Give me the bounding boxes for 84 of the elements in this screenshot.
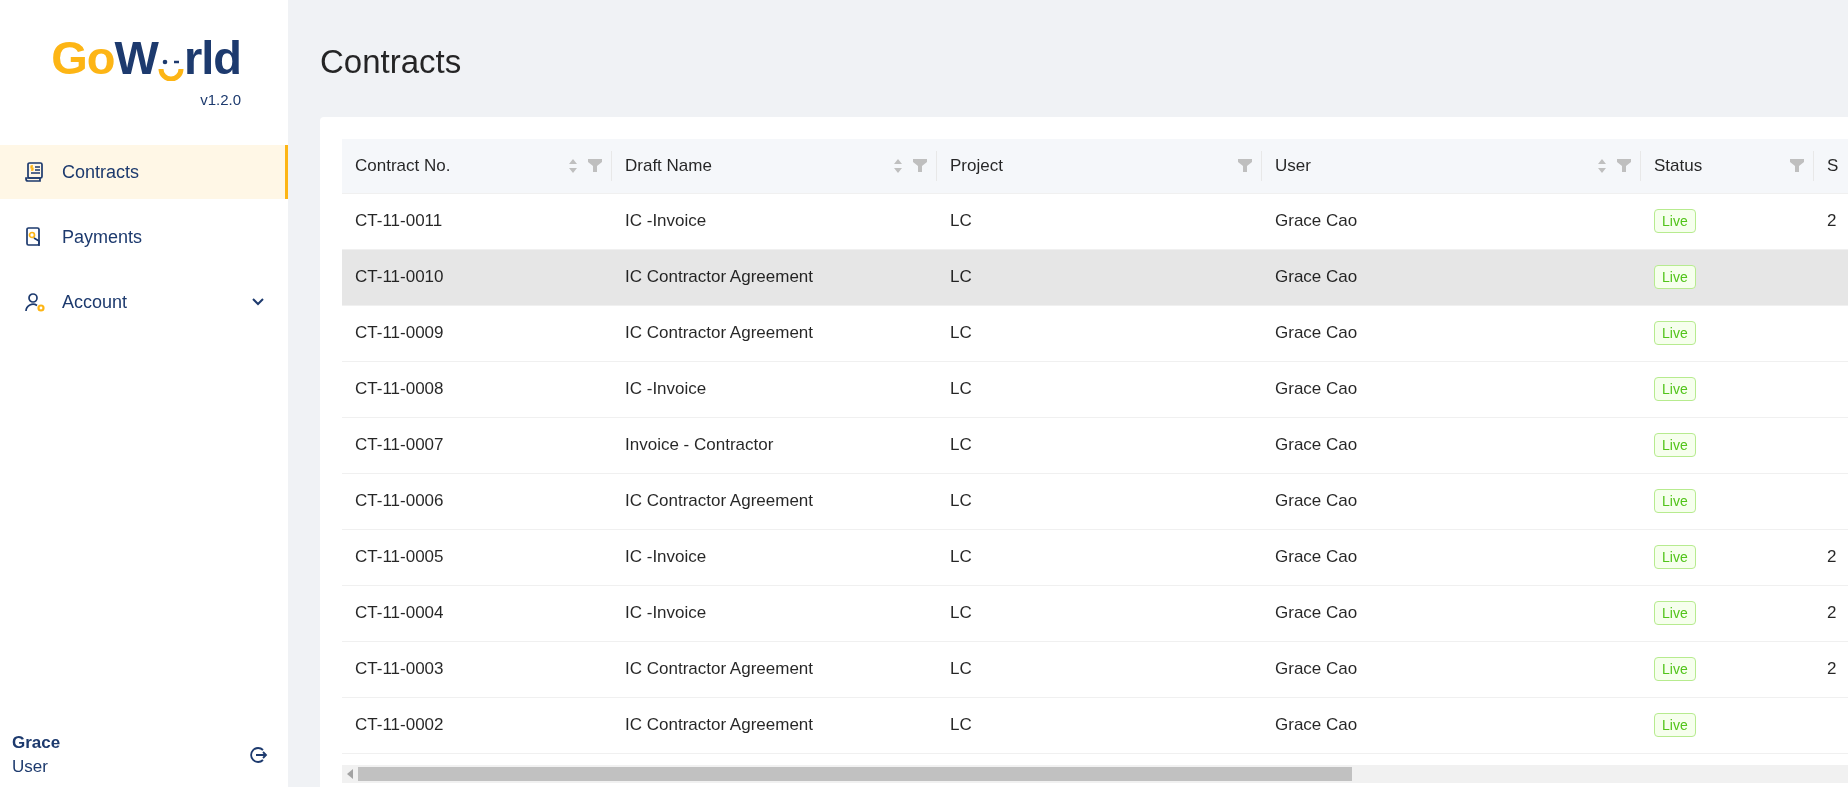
page-title: Contracts xyxy=(320,42,463,82)
table-cell: CT-11-0008 xyxy=(355,379,444,400)
sort-icon[interactable] xyxy=(568,157,578,174)
table-cell: LC xyxy=(950,715,972,736)
table-cell: LC xyxy=(950,659,972,680)
column-header[interactable]: Project xyxy=(950,155,1003,176)
table-cell: Grace Cao xyxy=(1275,603,1358,624)
table-cell: LC xyxy=(950,547,972,568)
status-tag: Live xyxy=(1654,713,1696,738)
table-cell: IC Contractor Agreement xyxy=(625,323,814,344)
status-tag: Live xyxy=(1654,321,1696,346)
table-cell: IC Contractor Agreement xyxy=(625,267,814,288)
table-cell: Grace Cao xyxy=(1275,435,1358,456)
table-cell: 2 xyxy=(1827,659,1837,680)
table-cell: LC xyxy=(950,491,972,512)
status-tag: Live xyxy=(1654,209,1696,234)
logout-icon[interactable] xyxy=(248,745,268,765)
filter-icon[interactable] xyxy=(588,159,602,173)
table-cell: LC xyxy=(950,323,972,344)
table-row[interactable]: CT-11-0010 IC Contractor Agreement LC Grace Cao Live xyxy=(342,249,1848,306)
table-cell: IC -Invoice xyxy=(625,603,707,624)
table-cell: LC xyxy=(950,211,972,232)
column-header[interactable]: User xyxy=(1275,155,1311,176)
status-tag: Live xyxy=(1654,377,1696,402)
column-header[interactable]: Contract No. xyxy=(355,155,451,176)
table-cell: 2 xyxy=(1827,211,1837,232)
table-cell: CT-11-0002 xyxy=(355,715,444,736)
table-cell: CT-11-0004 xyxy=(355,603,444,624)
table-cell: IC -Invoice xyxy=(625,379,707,400)
table-cell: CT-11-0010 xyxy=(355,267,444,288)
sidebar-item[interactable]: Account xyxy=(0,275,288,329)
user-role: User xyxy=(12,757,49,777)
table-cell: CT-11-0011 xyxy=(355,211,443,232)
table-cell: LC xyxy=(950,603,972,624)
status-tag: Live xyxy=(1654,601,1696,626)
table-cell: 2 xyxy=(1827,547,1837,568)
table-cell: 2 xyxy=(1827,603,1837,624)
status-tag: Live xyxy=(1654,489,1696,514)
table-cell: IC -Invoice xyxy=(625,211,707,232)
table-cell: Grace Cao xyxy=(1275,715,1358,736)
filter-icon[interactable] xyxy=(913,159,927,173)
table-cell: Invoice - Contractor xyxy=(625,435,774,456)
table-cell: Grace Cao xyxy=(1275,659,1358,680)
user-name: Grace xyxy=(12,733,62,753)
chevron-icon[interactable] xyxy=(251,297,265,307)
table-cell: LC xyxy=(950,267,972,288)
column-header[interactable]: S xyxy=(1827,155,1839,176)
status-tag: Live xyxy=(1654,657,1696,682)
table-cell: Grace Cao xyxy=(1275,323,1358,344)
filter-icon[interactable] xyxy=(1790,159,1804,173)
table-cell: Grace Cao xyxy=(1275,267,1358,288)
table-cell: IC -Invoice xyxy=(625,547,707,568)
horizontal-scrollbar[interactable] xyxy=(342,765,1848,783)
sort-icon[interactable] xyxy=(893,157,903,174)
status-tag: Live xyxy=(1654,265,1696,290)
table-cell: IC Contractor Agreement xyxy=(625,491,814,512)
user-gear-icon xyxy=(24,291,46,313)
scrollbar-thumb[interactable] xyxy=(358,767,1352,781)
sort-icon[interactable] xyxy=(1597,157,1607,174)
version-label: v1.2.0 xyxy=(200,91,241,108)
table-cell: LC xyxy=(950,379,972,400)
sidebar-item[interactable]: Contracts xyxy=(0,145,288,199)
table-cell: CT-11-0007 xyxy=(355,435,444,456)
table-cell: CT-11-0006 xyxy=(355,491,444,512)
table-cell: IC Contractor Agreement xyxy=(625,659,814,680)
table-cell: Grace Cao xyxy=(1275,491,1358,512)
status-tag: Live xyxy=(1654,545,1696,570)
table-cell: Grace Cao xyxy=(1275,379,1358,400)
logo: GoW rld xyxy=(51,34,241,81)
sidebar-item[interactable]: Payments xyxy=(0,210,288,264)
document-icon xyxy=(24,161,46,183)
table-cell: IC Contractor Agreement xyxy=(625,715,814,736)
table-cell: Grace Cao xyxy=(1275,547,1358,568)
status-tag: Live xyxy=(1654,433,1696,458)
filter-icon[interactable] xyxy=(1238,159,1252,173)
filter-icon[interactable] xyxy=(1617,159,1631,173)
table-cell: CT-11-0009 xyxy=(355,323,444,344)
column-header[interactable]: Status xyxy=(1654,155,1703,176)
table-cell: LC xyxy=(950,435,972,456)
column-header[interactable]: Draft Name xyxy=(625,155,712,176)
scroll-left-icon[interactable] xyxy=(346,769,354,779)
table-cell: Grace Cao xyxy=(1275,211,1358,232)
table-cell: CT-11-0003 xyxy=(355,659,444,680)
table-cell: CT-11-0005 xyxy=(355,547,444,568)
